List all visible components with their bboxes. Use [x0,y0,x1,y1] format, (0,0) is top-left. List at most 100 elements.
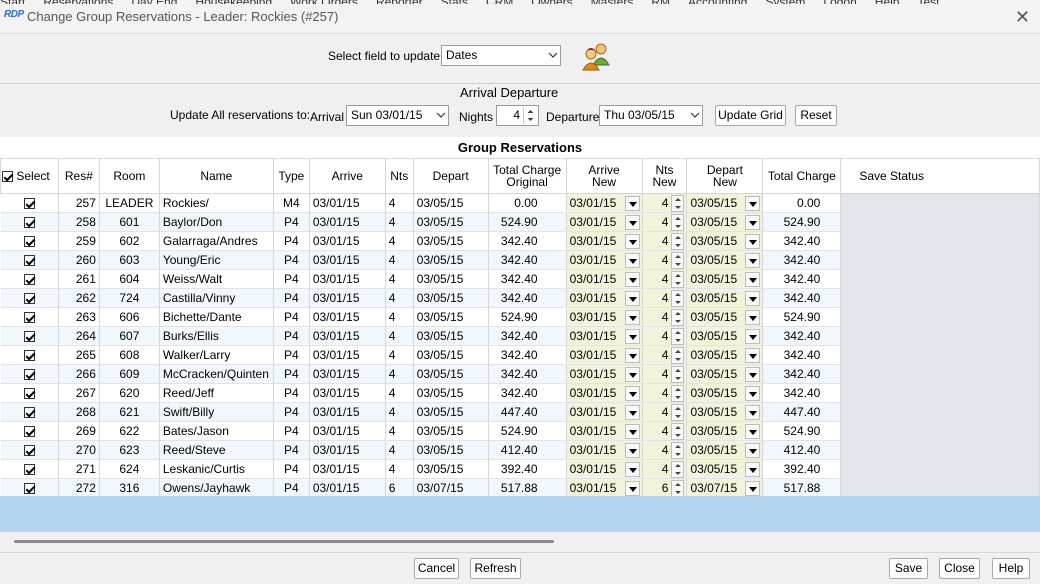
arrive-new-cell[interactable]: 03/01/15 [566,421,643,441]
nts-header[interactable]: Nts [384,158,414,194]
arrive-new-header[interactable]: Arrive New [565,158,643,194]
chevron-down-icon[interactable] [745,443,761,458]
select-cell[interactable] [0,326,59,346]
horizontal-scrollbar[interactable] [0,533,1040,549]
spinner-icon[interactable] [671,423,685,440]
chevron-down-icon[interactable] [624,196,640,211]
select-cell[interactable] [0,364,59,384]
chevron-down-icon[interactable] [624,234,640,249]
row-checkbox[interactable] [23,464,35,476]
table-row[interactable]: 268 621 Swift/Billy P4 03/01/15 4 03/05/15 447.… [0,402,1040,422]
spinner-icon[interactable] [671,404,685,421]
nts-new-cell[interactable]: 4 [642,269,688,289]
chevron-down-icon[interactable] [624,405,640,420]
chevron-down-icon[interactable] [624,253,640,268]
nts-new-cell[interactable]: 4 [642,402,688,422]
spinner-icon[interactable] [671,442,685,459]
depart-new-cell[interactable]: 03/05/15 [686,383,764,403]
spinner-icon[interactable] [671,290,685,307]
depart-new-cell[interactable]: 03/05/15 [686,402,764,422]
table-row[interactable]: 259 602 Galarraga/Andres P4 03/01/15 4 03/05/1… [0,231,1040,251]
row-checkbox[interactable] [23,236,35,248]
arrive-new-cell[interactable]: 03/01/15 [566,402,643,422]
chevron-down-icon[interactable] [745,196,761,211]
chevron-down-icon[interactable] [745,215,761,230]
refresh-button[interactable]: Refresh [470,558,521,579]
row-checkbox[interactable] [23,388,35,400]
depart-new-cell[interactable]: 03/05/15 [686,307,764,327]
arrive-new-cell[interactable]: 03/01/15 [566,307,643,327]
nts-new-cell[interactable]: 4 [642,440,688,460]
spinner-icon[interactable] [671,233,685,250]
spinner-icon[interactable] [671,328,685,345]
arrive-new-cell[interactable]: 03/01/15 [566,440,643,460]
chevron-down-icon[interactable] [624,348,640,363]
room-header[interactable]: Room [98,158,160,194]
departure-date-picker[interactable]: Thu 03/05/15 [599,105,703,126]
table-row[interactable]: 269 622 Bates/Jason P4 03/01/15 4 03/05/15 524.… [0,421,1040,441]
nts-new-cell[interactable]: 4 [642,250,688,270]
update-grid-button[interactable]: Update Grid [715,105,786,126]
nts-new-cell[interactable]: 4 [642,421,688,441]
table-row[interactable]: 260 603 Young/Eric P4 03/01/15 4 03/05/15 342.4… [0,250,1040,270]
depart-new-header[interactable]: Depart New [686,158,764,194]
nts-new-cell[interactable]: 4 [642,212,688,232]
chevron-down-icon[interactable] [624,367,640,382]
row-checkbox[interactable] [23,217,35,229]
arrive-new-cell[interactable]: 03/01/15 [566,288,643,308]
table-row[interactable]: 265 608 Walker/Larry P4 03/01/15 4 03/05/15 342… [0,345,1040,365]
spinner-icon[interactable] [671,347,685,364]
chevron-down-icon[interactable] [745,481,761,496]
spinner-icon[interactable] [671,252,685,269]
res-header[interactable]: Res# [57,158,100,194]
depart-new-cell[interactable]: 03/05/15 [686,193,764,213]
table-row[interactable]: 270 623 Reed/Steve P4 03/01/15 4 03/05/15 412.4… [0,440,1040,460]
close-button[interactable]: Close [939,558,980,579]
depart-new-cell[interactable]: 03/05/15 [686,364,764,384]
table-row[interactable]: 272 316 Owens/Jayhawk P4 03/01/15 6 03/07/15 51… [0,478,1040,498]
arrive-new-cell[interactable]: 03/01/15 [566,326,643,346]
arrive-new-cell[interactable]: 03/01/15 [566,364,643,384]
chevron-down-icon[interactable] [745,272,761,287]
scrollbar-thumb[interactable] [14,540,554,543]
chevron-down-icon[interactable] [745,329,761,344]
row-checkbox[interactable] [23,293,35,305]
depart-new-cell[interactable]: 03/05/15 [686,231,764,251]
select-all-checkbox[interactable] [2,171,13,183]
select-cell[interactable] [0,231,59,251]
select-cell[interactable] [0,307,59,327]
arrive-new-cell[interactable]: 03/01/15 [566,459,643,479]
spinner-icon[interactable] [671,480,685,497]
arrive-new-cell[interactable]: 03/01/15 [566,250,643,270]
arrive-new-cell[interactable]: 03/01/15 [566,383,643,403]
chevron-down-icon[interactable] [624,310,640,325]
row-checkbox[interactable] [23,369,35,381]
field-select-dropdown[interactable]: Dates [441,45,561,66]
chevron-down-icon[interactable] [624,329,640,344]
reset-button[interactable]: Reset [795,105,837,126]
depart-new-cell[interactable]: 03/05/15 [686,326,764,346]
spinner-icon[interactable] [671,366,685,383]
chevron-down-icon[interactable] [745,462,761,477]
nts-new-cell[interactable]: 4 [642,307,688,327]
nts-new-cell[interactable]: 4 [642,459,688,479]
table-row[interactable]: 264 607 Burks/Ellis P4 03/01/15 4 03/05/15 342.… [0,326,1040,346]
row-checkbox[interactable] [23,312,35,324]
select-all-header[interactable]: Select [0,158,59,194]
spinner-icon[interactable] [523,107,537,124]
chevron-down-icon[interactable] [624,272,640,287]
select-cell[interactable] [0,459,59,479]
table-row[interactable]: 267 620 Reed/Jeff P4 03/01/15 4 03/05/15 342.40… [0,383,1040,403]
select-cell[interactable] [0,193,59,213]
select-cell[interactable] [0,421,59,441]
type-header[interactable]: Type [272,158,310,194]
select-cell[interactable] [0,250,59,270]
chevron-down-icon[interactable] [745,253,761,268]
nts-new-cell[interactable]: 4 [642,231,688,251]
spinner-icon[interactable] [671,309,685,326]
chevron-down-icon[interactable] [745,424,761,439]
chevron-down-icon[interactable] [624,462,640,477]
depart-new-cell[interactable]: 03/05/15 [686,440,764,460]
table-row[interactable]: 261 604 Weiss/Walt P4 03/01/15 4 03/05/15 342.4… [0,269,1040,289]
row-checkbox[interactable] [23,445,35,457]
